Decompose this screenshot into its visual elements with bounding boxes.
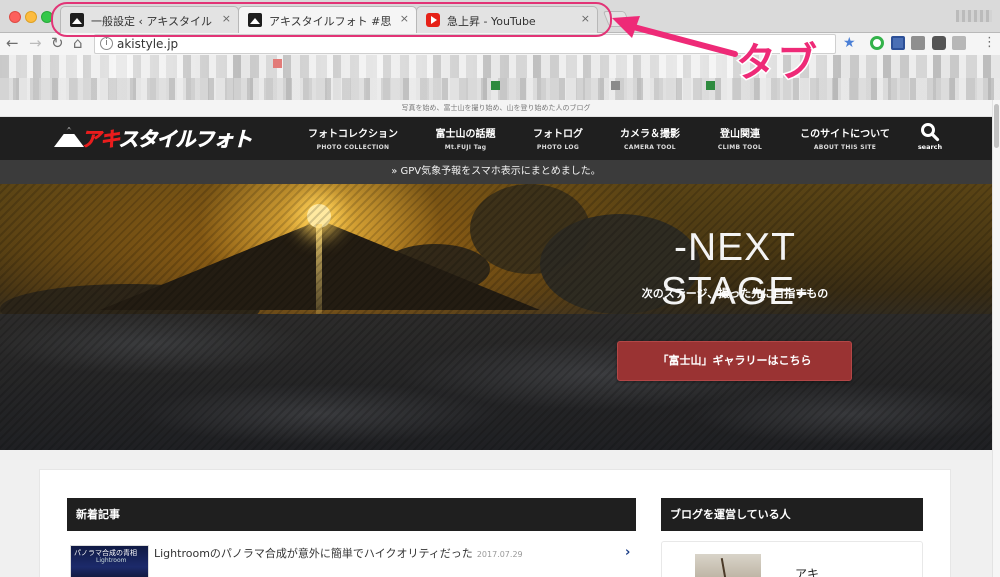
- menu-dots-icon[interactable]: ⋮: [983, 35, 996, 51]
- post-list-item[interactable]: パノラマ合成の青相 Lightroom Lightroomのパノラマ合成が意外に…: [70, 545, 635, 577]
- bookmarks-bar-blurred: [0, 55, 1000, 100]
- nav-label-en: PHOTO LOG: [536, 144, 580, 151]
- nav-label-jp: フォトコレクション: [308, 129, 398, 140]
- tabs-highlight-ellipse: [51, 2, 612, 37]
- post-date: 2017.07.29: [476, 550, 523, 559]
- extension-gray-icon[interactable]: [952, 36, 966, 50]
- url-text[interactable]: akistyle.jp: [117, 37, 178, 51]
- minimize-window-button[interactable]: [25, 11, 37, 23]
- notice-bar-link[interactable]: » GPV気象予報をスマホ表示にまとめました。: [0, 160, 992, 184]
- nav-photo-collection[interactable]: フォトコレクション PHOTO COLLECTION: [298, 125, 408, 151]
- info-icon[interactable]: i: [100, 37, 113, 50]
- author-profile-card: アキ: [661, 541, 923, 577]
- author-photo: [695, 554, 761, 577]
- logo-text-red: アキ: [81, 126, 120, 151]
- hero-banner: -NEXT STAGE- 次のステージ、撮った先に目指すもの 「富士山」ギャラリ…: [0, 184, 992, 450]
- site-header: アキスタイルフォト フォトコレクション PHOTO COLLECTION 富士山…: [0, 117, 992, 160]
- post-title[interactable]: Lightroomのパノラマ合成が意外に簡単でハイクオリティだった: [154, 547, 473, 560]
- nav-label-en: PHOTO COLLECTION: [316, 144, 390, 151]
- nav-label-en: CLIMB TOOL: [717, 144, 763, 151]
- nav-climb[interactable]: 登山関連 CLIMB TOOL: [702, 125, 778, 151]
- hero-subheading: 次のステージ、撮った先に目指すもの: [641, 287, 829, 300]
- logo-text-white: スタイルフォト: [118, 126, 253, 151]
- nav-label-en: CAMERA TOOL: [624, 144, 676, 151]
- thumbnail-subcaption: Lightroom: [96, 557, 127, 564]
- nav-label-jp: 富士山の話題: [435, 129, 496, 140]
- bookmark-star-icon[interactable]: ★: [843, 35, 856, 51]
- nav-label-jp: このサイトについて: [800, 129, 890, 140]
- search-button[interactable]: search: [916, 122, 944, 151]
- nav-mt-fuji-topic[interactable]: 富士山の話題 Mt.FUJI Tag: [418, 125, 513, 151]
- post-thumbnail[interactable]: パノラマ合成の青相 Lightroom: [70, 545, 149, 577]
- page-scrollbar[interactable]: [992, 100, 1000, 577]
- main-content: 新着記事 パノラマ合成の青相 Lightroom Lightroomのパノラマ合…: [39, 469, 951, 577]
- nav-label-jp: フォトログ: [533, 129, 583, 140]
- tab-annotation-label: タブ: [735, 39, 819, 88]
- extension-evernote-icon[interactable]: [932, 36, 946, 50]
- site-tagline: 写真を始め、富士山を撮り始め、山を登り始めた人のブログ: [0, 100, 992, 117]
- search-label: search: [917, 143, 943, 151]
- nav-camera[interactable]: カメラ＆撮影 CAMERA TOOL: [606, 125, 694, 151]
- site-logo[interactable]: アキスタイルフォト: [54, 122, 253, 152]
- extension-green-icon[interactable]: [870, 36, 884, 50]
- nav-label-jp: カメラ＆撮影: [620, 129, 680, 140]
- author-heading: ブログを運営している人: [661, 498, 923, 531]
- chevron-right-icon[interactable]: ›: [625, 545, 630, 560]
- nav-label-en: ABOUT THIS SITE: [813, 144, 877, 151]
- author-name: アキ: [795, 567, 820, 577]
- profile-button[interactable]: [956, 10, 992, 22]
- annotation-arrow-icon: [612, 16, 738, 57]
- browser-window: 一般設定 ‹ アキスタイルフォト — × アキスタイルフォト #思うままに撮 ×…: [0, 0, 1000, 577]
- latest-posts-heading: 新着記事: [67, 498, 636, 531]
- nav-about[interactable]: このサイトについて ABOUT THIS SITE: [790, 125, 900, 151]
- nav-label-en: Mt.FUJI Tag: [444, 144, 487, 151]
- nav-label-jp: 登山関連: [720, 129, 760, 140]
- web-page: 写真を始め、富士山を撮り始め、山を登り始めた人のブログ アキスタイルフォト フォ…: [0, 100, 992, 577]
- scrollbar-thumb[interactable]: [994, 104, 999, 148]
- back-icon[interactable]: ←: [6, 35, 19, 51]
- mountain-icon: [54, 127, 84, 147]
- nav-photo-log[interactable]: フォトログ PHOTO LOG: [518, 125, 598, 151]
- search-icon: [921, 123, 940, 142]
- close-window-button[interactable]: [9, 11, 21, 23]
- fuji-gallery-button[interactable]: 「富士山」ギャラリーはこちら: [617, 341, 852, 381]
- extension-doc-icon[interactable]: [891, 36, 905, 50]
- forward-icon[interactable]: →: [29, 35, 42, 51]
- extension-mail-icon[interactable]: [911, 36, 925, 50]
- reload-icon[interactable]: ↻: [51, 35, 64, 51]
- home-icon[interactable]: ⌂: [73, 35, 83, 51]
